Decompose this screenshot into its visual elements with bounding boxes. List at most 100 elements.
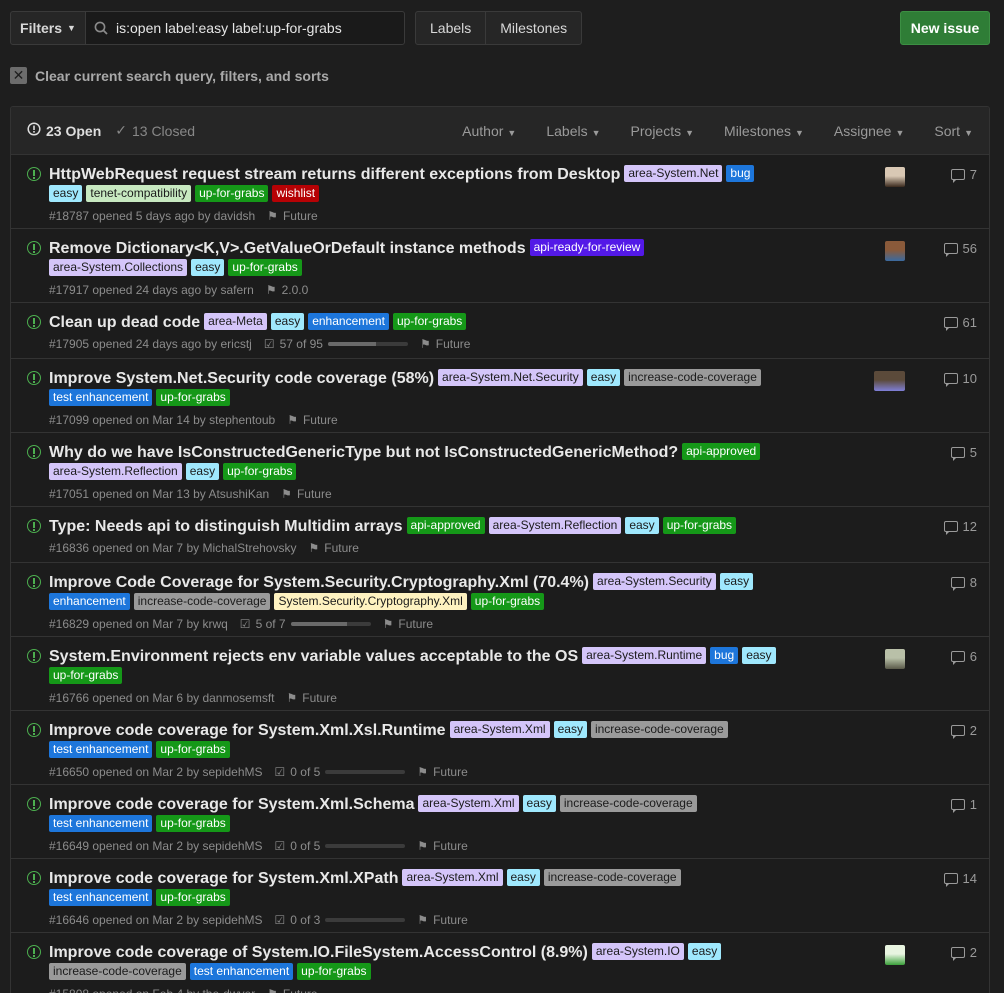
issue-label[interactable]: api-approved bbox=[406, 517, 485, 534]
issue-label[interactable]: test enhancement bbox=[189, 962, 294, 980]
issue-label[interactable]: easy bbox=[191, 258, 225, 276]
issue-label[interactable]: area-System.Collections bbox=[49, 258, 188, 276]
issue-label[interactable]: test enhancement bbox=[49, 740, 153, 758]
issue-label[interactable]: api-approved bbox=[682, 443, 761, 460]
comments-link[interactable]: 14 bbox=[931, 871, 977, 887]
closed-issues-tab[interactable]: ✓ 13 Closed bbox=[115, 122, 195, 139]
issue-title-link[interactable]: Improve System.Net.Security code coverag… bbox=[49, 370, 434, 387]
issue-label[interactable]: bug bbox=[710, 647, 739, 664]
comments-link[interactable]: 7 bbox=[931, 167, 977, 183]
issue-label[interactable]: area-System.Net.Security bbox=[438, 369, 583, 386]
milestone-link[interactable]: ⚑ Future bbox=[267, 987, 317, 993]
issue-label[interactable]: easy bbox=[742, 647, 776, 664]
issue-label[interactable]: up-for-grabs bbox=[297, 962, 371, 980]
issue-label[interactable]: easy bbox=[185, 462, 220, 480]
issue-label[interactable]: easy bbox=[719, 573, 754, 590]
comments-link[interactable]: 12 bbox=[931, 519, 977, 535]
comments-link[interactable]: 10 bbox=[931, 371, 977, 387]
issue-label[interactable]: easy bbox=[49, 184, 83, 202]
issue-label[interactable]: easy bbox=[270, 313, 305, 330]
issue-label[interactable]: up-for-grabs bbox=[228, 258, 302, 276]
issue-label[interactable]: wishlist bbox=[272, 184, 320, 202]
issue-label[interactable]: increase-code-coverage bbox=[133, 592, 271, 610]
issue-label[interactable]: area-System.Xml bbox=[449, 721, 550, 738]
issue-label[interactable]: easy bbox=[506, 869, 540, 886]
issue-label[interactable]: area-System.Xml bbox=[418, 795, 519, 812]
filters-button[interactable]: Filters ▼ bbox=[10, 11, 86, 45]
issue-label[interactable]: System.Security.Cryptography.Xml bbox=[274, 592, 467, 610]
issue-label[interactable]: increase-code-coverage bbox=[559, 795, 697, 812]
open-issues-tab[interactable]: 23 Open bbox=[27, 122, 101, 139]
issue-label[interactable]: enhancement bbox=[49, 592, 130, 610]
issue-label[interactable]: test enhancement bbox=[49, 814, 153, 832]
milestone-link[interactable]: ⚑ 2.0.0 bbox=[266, 283, 308, 297]
issue-title-link[interactable]: Remove Dictionary<K,V>.GetValueOrDefault… bbox=[49, 240, 526, 257]
comments-link[interactable]: 56 bbox=[931, 241, 977, 257]
issue-label[interactable]: easy bbox=[586, 369, 621, 386]
issue-title-link[interactable]: Why do we have IsConstructedGenericType … bbox=[49, 444, 678, 461]
issue-label[interactable]: easy bbox=[687, 943, 722, 960]
new-issue-button[interactable]: New issue bbox=[900, 11, 990, 45]
milestone-link[interactable]: ⚑ Future bbox=[286, 691, 336, 705]
assignee-avatar[interactable] bbox=[885, 167, 905, 187]
assignee-avatar[interactable] bbox=[885, 241, 905, 261]
search-input[interactable]: is:open label:easy label:up-for-grabs bbox=[85, 11, 405, 45]
milestone-link[interactable]: ⚑ Future bbox=[287, 413, 337, 427]
issue-label[interactable]: area-System.Net bbox=[624, 165, 723, 182]
issue-label[interactable]: up-for-grabs bbox=[156, 740, 230, 758]
issue-title-link[interactable]: Improve code coverage for System.Xml.Xsl… bbox=[49, 722, 446, 739]
issue-title-link[interactable]: Type: Needs api to distinguish Multidim … bbox=[49, 518, 403, 535]
issue-label[interactable]: area-System.Xml bbox=[402, 869, 503, 886]
issue-label[interactable]: area-System.IO bbox=[591, 943, 684, 960]
assignee-avatar[interactable] bbox=[885, 945, 905, 965]
issue-label[interactable]: easy bbox=[625, 517, 659, 534]
comments-link[interactable]: 61 bbox=[931, 315, 977, 331]
comments-link[interactable]: 6 bbox=[931, 649, 977, 665]
filter-sort[interactable]: Sort ▼ bbox=[934, 123, 973, 139]
comments-link[interactable]: 8 bbox=[931, 575, 977, 591]
filter-labels[interactable]: Labels ▼ bbox=[546, 123, 600, 139]
issue-label[interactable]: increase-code-coverage bbox=[624, 369, 761, 386]
comments-link[interactable]: 2 bbox=[931, 945, 977, 961]
issue-label[interactable]: enhancement bbox=[308, 313, 389, 330]
issue-title-link[interactable]: Improve code coverage for System.Xml.XPa… bbox=[49, 870, 398, 887]
issue-label[interactable]: area-System.Reflection bbox=[488, 517, 622, 534]
milestone-link[interactable]: ⚑ Future bbox=[267, 209, 317, 223]
issue-label[interactable]: area-System.Runtime bbox=[582, 647, 707, 664]
issue-label[interactable]: api-ready-for-review bbox=[529, 239, 645, 256]
issue-title-link[interactable]: System.Environment rejects env variable … bbox=[49, 648, 578, 665]
labels-link[interactable]: Labels bbox=[416, 12, 485, 44]
issue-label[interactable]: up-for-grabs bbox=[156, 888, 230, 906]
milestone-link[interactable]: ⚑ Future bbox=[417, 765, 467, 779]
comments-link[interactable]: 1 bbox=[931, 797, 977, 813]
issue-title-link[interactable]: Improve code coverage for System.Xml.Sch… bbox=[49, 796, 414, 813]
assignee-avatar[interactable] bbox=[874, 371, 905, 391]
issue-label[interactable]: test enhancement bbox=[49, 888, 153, 906]
issue-label[interactable]: up-for-grabs bbox=[195, 184, 269, 202]
issue-label[interactable]: up-for-grabs bbox=[470, 592, 545, 610]
comments-link[interactable]: 2 bbox=[931, 723, 977, 739]
issue-title-link[interactable]: Improve Code Coverage for System.Securit… bbox=[49, 574, 589, 591]
milestone-link[interactable]: ⚑ Future bbox=[281, 487, 331, 501]
filter-milestones[interactable]: Milestones ▼ bbox=[724, 123, 804, 139]
issue-label[interactable]: area-Meta bbox=[204, 313, 267, 330]
issue-label[interactable]: easy bbox=[522, 795, 556, 812]
milestone-link[interactable]: ⚑ Future bbox=[383, 617, 433, 631]
issue-label[interactable]: up-for-grabs bbox=[156, 388, 230, 406]
issue-label[interactable]: increase-code-coverage bbox=[49, 962, 186, 980]
filter-projects[interactable]: Projects ▼ bbox=[631, 123, 695, 139]
issue-label[interactable]: increase-code-coverage bbox=[543, 869, 681, 886]
issue-label[interactable]: up-for-grabs bbox=[156, 814, 230, 832]
issue-label[interactable]: up-for-grabs bbox=[662, 517, 737, 534]
issue-label[interactable]: easy bbox=[553, 721, 587, 738]
issue-label[interactable]: test enhancement bbox=[49, 388, 153, 406]
issue-label[interactable]: area-System.Security bbox=[593, 573, 716, 590]
issue-title-link[interactable]: Clean up dead code bbox=[49, 314, 200, 331]
issue-label[interactable]: up-for-grabs bbox=[223, 462, 297, 480]
issue-label[interactable]: bug bbox=[726, 165, 755, 182]
milestones-link[interactable]: Milestones bbox=[485, 12, 581, 44]
clear-filters-link[interactable]: ✕ Clear current search query, filters, a… bbox=[10, 67, 329, 84]
issue-label[interactable]: increase-code-coverage bbox=[590, 721, 728, 738]
issue-label[interactable]: up-for-grabs bbox=[392, 313, 467, 330]
milestone-link[interactable]: ⚑ Future bbox=[420, 337, 470, 351]
